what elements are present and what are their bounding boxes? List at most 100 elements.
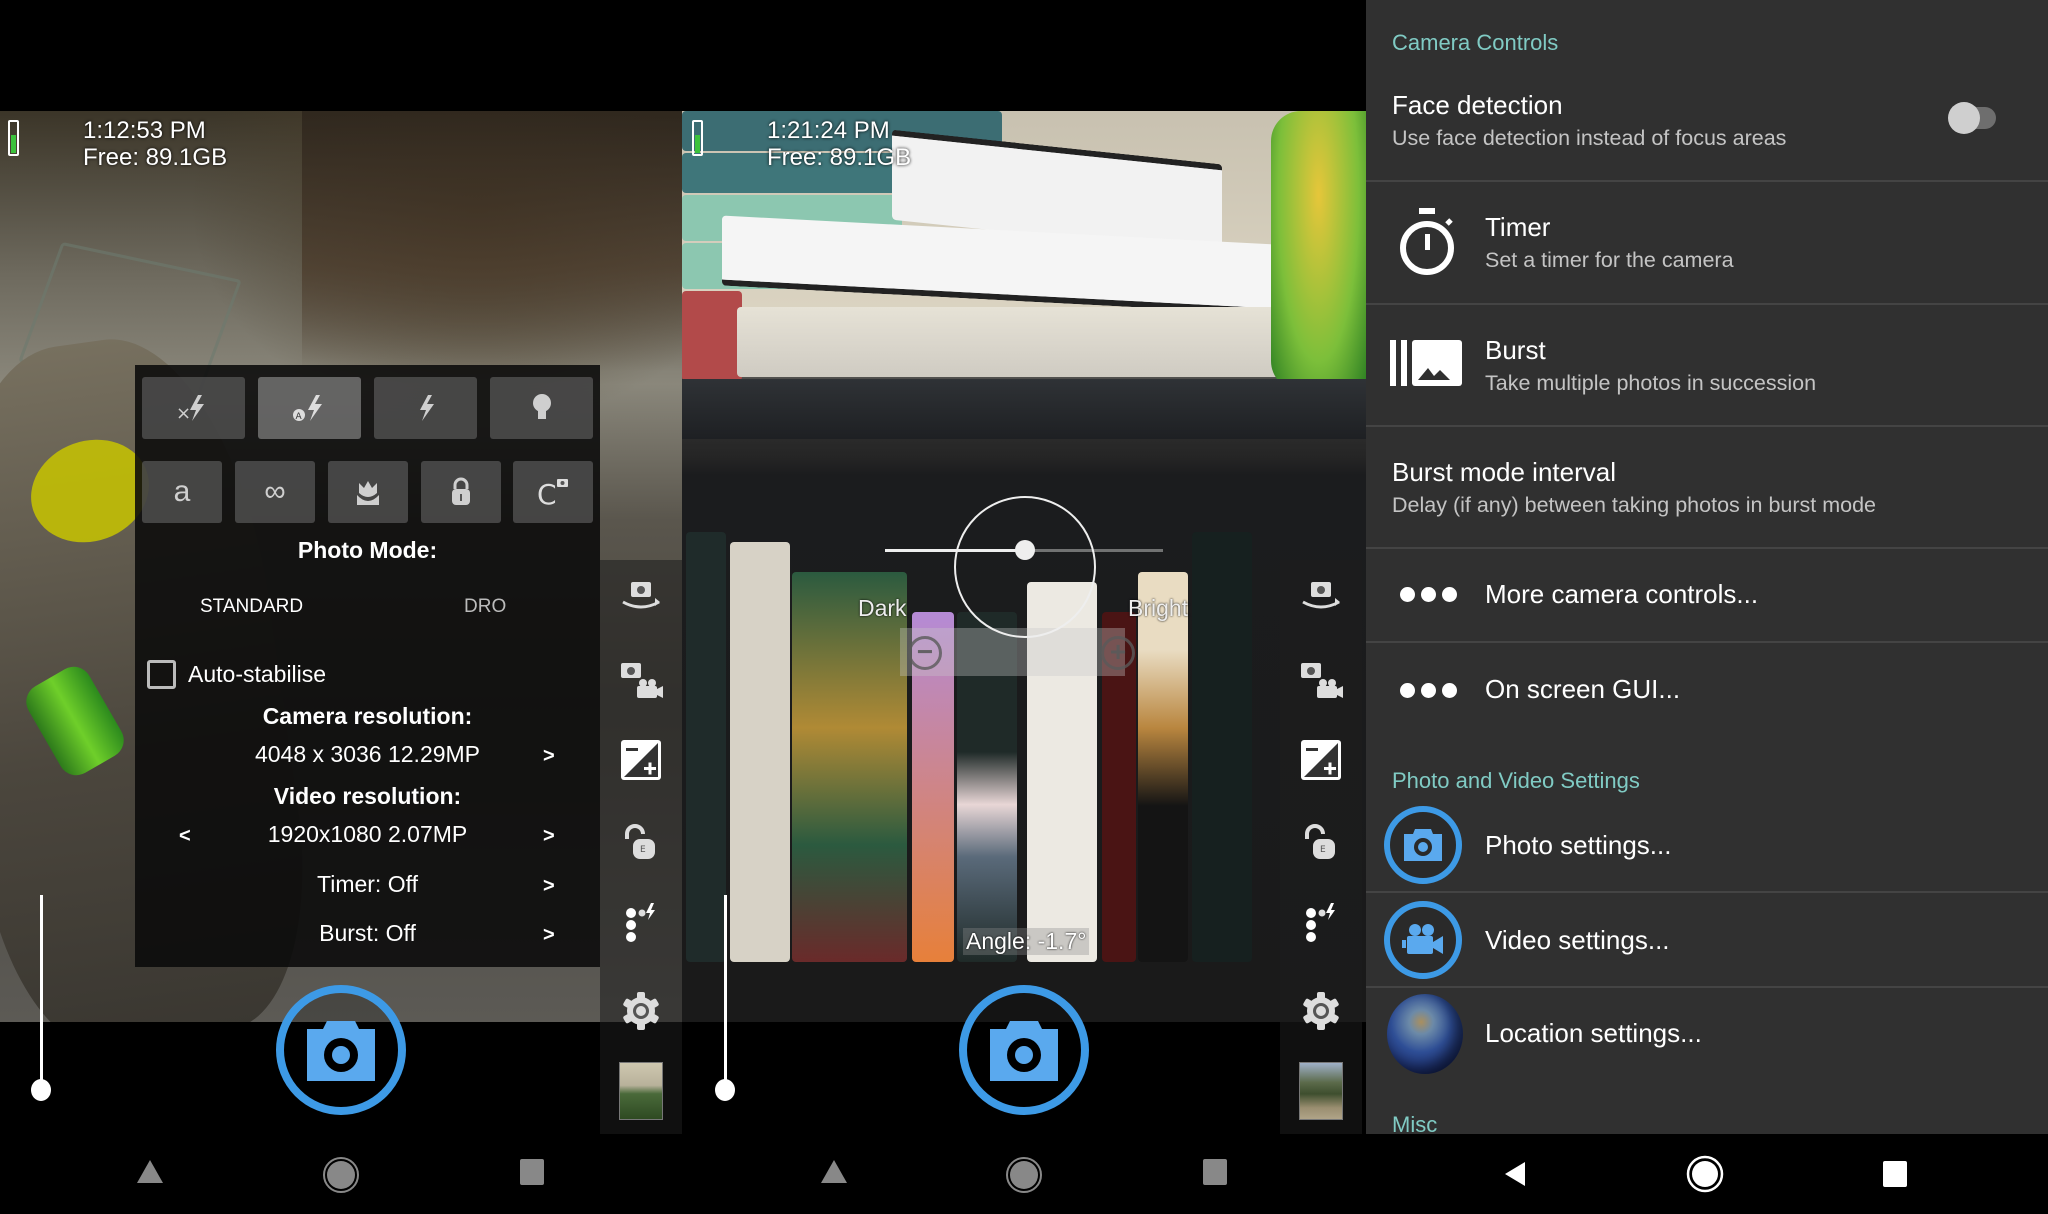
popup-menu-button[interactable] [1280, 900, 1362, 946]
video-settings-label: Video settings... [1485, 925, 1670, 955]
zoom-slider-track[interactable] [40, 895, 43, 1090]
timer-title: Timer [1485, 212, 1551, 242]
burst-title: Burst [1485, 335, 1546, 365]
switch-camera-button[interactable] [1280, 576, 1362, 616]
timer-next[interactable]: > [543, 875, 555, 898]
switch-camera-icon [1302, 582, 1340, 609]
switch-video-icon [1301, 663, 1343, 698]
camera-icon [990, 1021, 1058, 1081]
back-icon[interactable] [819, 1158, 849, 1186]
setting-on-screen-gui[interactable]: On screen GUI... [1366, 643, 2048, 735]
exposure-button[interactable] [1280, 737, 1362, 783]
exposure-lock-button[interactable]: E [600, 820, 682, 866]
more-camera-controls-label: More camera controls... [1485, 579, 1759, 609]
flash-on-button[interactable] [374, 377, 477, 439]
camera-resolution-value: 4048 x 3036 12.29MP [254, 741, 481, 767]
setting-photo-settings[interactable]: Photo settings... [1366, 800, 2048, 890]
focus-macro-icon [357, 481, 379, 505]
back-icon[interactable] [1503, 1160, 1527, 1188]
burst-interval-summary: Delay (if any) between taking photos in … [1392, 493, 1877, 517]
time-text: 1:21:24 PM [767, 117, 890, 144]
camera-screen-2: 1:21:24 PM Free: 89.1GB Dark Bright − + … [682, 0, 1366, 1214]
switch-video-button[interactable] [600, 658, 682, 704]
switch-video-icon [621, 663, 663, 698]
svg-text:×: × [176, 403, 191, 423]
switch-video-button[interactable] [1280, 658, 1362, 704]
battery-icon [8, 120, 19, 156]
take-photo-button[interactable] [276, 985, 406, 1115]
back-icon[interactable] [135, 1158, 165, 1186]
zoom-slider-track[interactable] [724, 895, 727, 1090]
location-settings-label: Location settings... [1485, 1018, 1702, 1048]
camera-preview[interactable] [682, 111, 1366, 1022]
torch-button[interactable] [490, 377, 593, 439]
setting-location-settings[interactable]: Location settings... [1366, 988, 2048, 1080]
setting-more-camera-controls[interactable]: More camera controls... [1366, 549, 2048, 641]
exposure-lock-button[interactable]: E [1280, 820, 1362, 866]
flash-auto-button[interactable]: A [258, 377, 361, 439]
recents-icon[interactable] [1202, 1158, 1228, 1186]
settings-button[interactable] [600, 988, 682, 1034]
auto-stabilise-checkbox[interactable] [147, 660, 176, 689]
camera-sidebar: E [1280, 560, 1362, 1134]
home-icon[interactable] [1686, 1154, 1724, 1194]
focus-infinity-button[interactable]: ∞ [235, 461, 315, 523]
preview-parrot [1271, 111, 1366, 391]
face-detection-toggle[interactable] [1948, 102, 1980, 134]
navigation-bar [0, 1134, 682, 1214]
setting-timer[interactable]: Timer Set a timer for the camera [1366, 182, 2048, 303]
focus-macro-button[interactable] [328, 461, 408, 523]
exposure-button[interactable] [600, 737, 682, 783]
timer-value: Timer: Off [317, 871, 418, 897]
photo-mode-standard[interactable]: STANDARD [200, 596, 303, 618]
torch-icon [532, 394, 551, 419]
status-overlay: 1:21:24 PM Free: 89.1GB [767, 117, 911, 171]
setting-burst[interactable]: Burst Take multiple photos in succession [1366, 305, 2048, 425]
preview-shelf [682, 379, 1366, 439]
settings-button[interactable] [1280, 988, 1362, 1034]
preview-fence [302, 111, 682, 371]
gallery-thumbnail[interactable] [1299, 1062, 1343, 1120]
navigation-bar [682, 1134, 1366, 1214]
burst-next[interactable]: > [543, 924, 555, 947]
auto-stabilise-label: Auto-stabilise [188, 661, 327, 687]
timer-icon [1392, 204, 1462, 280]
focus-continuous-button[interactable]: C [513, 461, 593, 523]
svg-text:C: C [537, 478, 557, 508]
recents-icon[interactable] [519, 1158, 545, 1186]
focus-locked-button[interactable] [421, 461, 501, 523]
gallery-thumbnail[interactable] [619, 1062, 663, 1120]
zoom-slider-thumb[interactable] [31, 1079, 51, 1101]
recents-icon[interactable] [1882, 1160, 1908, 1188]
take-photo-button[interactable] [959, 985, 1089, 1115]
burst-interval-title: Burst mode interval [1392, 457, 1616, 487]
battery-icon [692, 120, 703, 156]
photo-mode-dro[interactable]: DRO [464, 596, 506, 618]
setting-burst-interval[interactable]: Burst mode interval Delay (if any) betwe… [1366, 427, 2048, 547]
flash-off-icon: × [176, 395, 204, 423]
switch-camera-button[interactable] [600, 576, 682, 616]
setting-video-settings[interactable]: Video settings... [1366, 893, 2048, 985]
zoom-slider-thumb[interactable] [715, 1079, 735, 1101]
burst-value: Burst: Off [319, 920, 416, 946]
video-settings-icon [1384, 901, 1462, 979]
camera-resolution-next[interactable]: > [543, 745, 555, 768]
home-icon[interactable] [1005, 1156, 1043, 1194]
video-resolution-next[interactable]: > [543, 825, 555, 848]
focus-locked-icon [452, 477, 470, 505]
navigation-bar [1366, 1134, 2048, 1214]
time-text: 1:12:53 PM [83, 117, 206, 144]
focus-auto-button[interactable]: a [142, 461, 222, 523]
setting-face-detection[interactable]: Face detection Use face detection instea… [1366, 0, 2048, 181]
video-resolution-prev[interactable]: < [179, 825, 191, 848]
exposure-lock-icon: E [1305, 824, 1335, 859]
flash-off-button[interactable]: × [142, 377, 245, 439]
face-detection-title: Face detection [1392, 90, 1563, 120]
settings-icon [623, 992, 659, 1030]
video-resolution-label: Video resolution: [273, 783, 462, 809]
popup-menu-icon [1306, 903, 1335, 942]
home-icon[interactable] [322, 1156, 360, 1194]
camera-icon [307, 1021, 375, 1081]
photo-mode-label: Photo Mode: [297, 537, 438, 563]
popup-menu-button[interactable] [600, 900, 682, 946]
